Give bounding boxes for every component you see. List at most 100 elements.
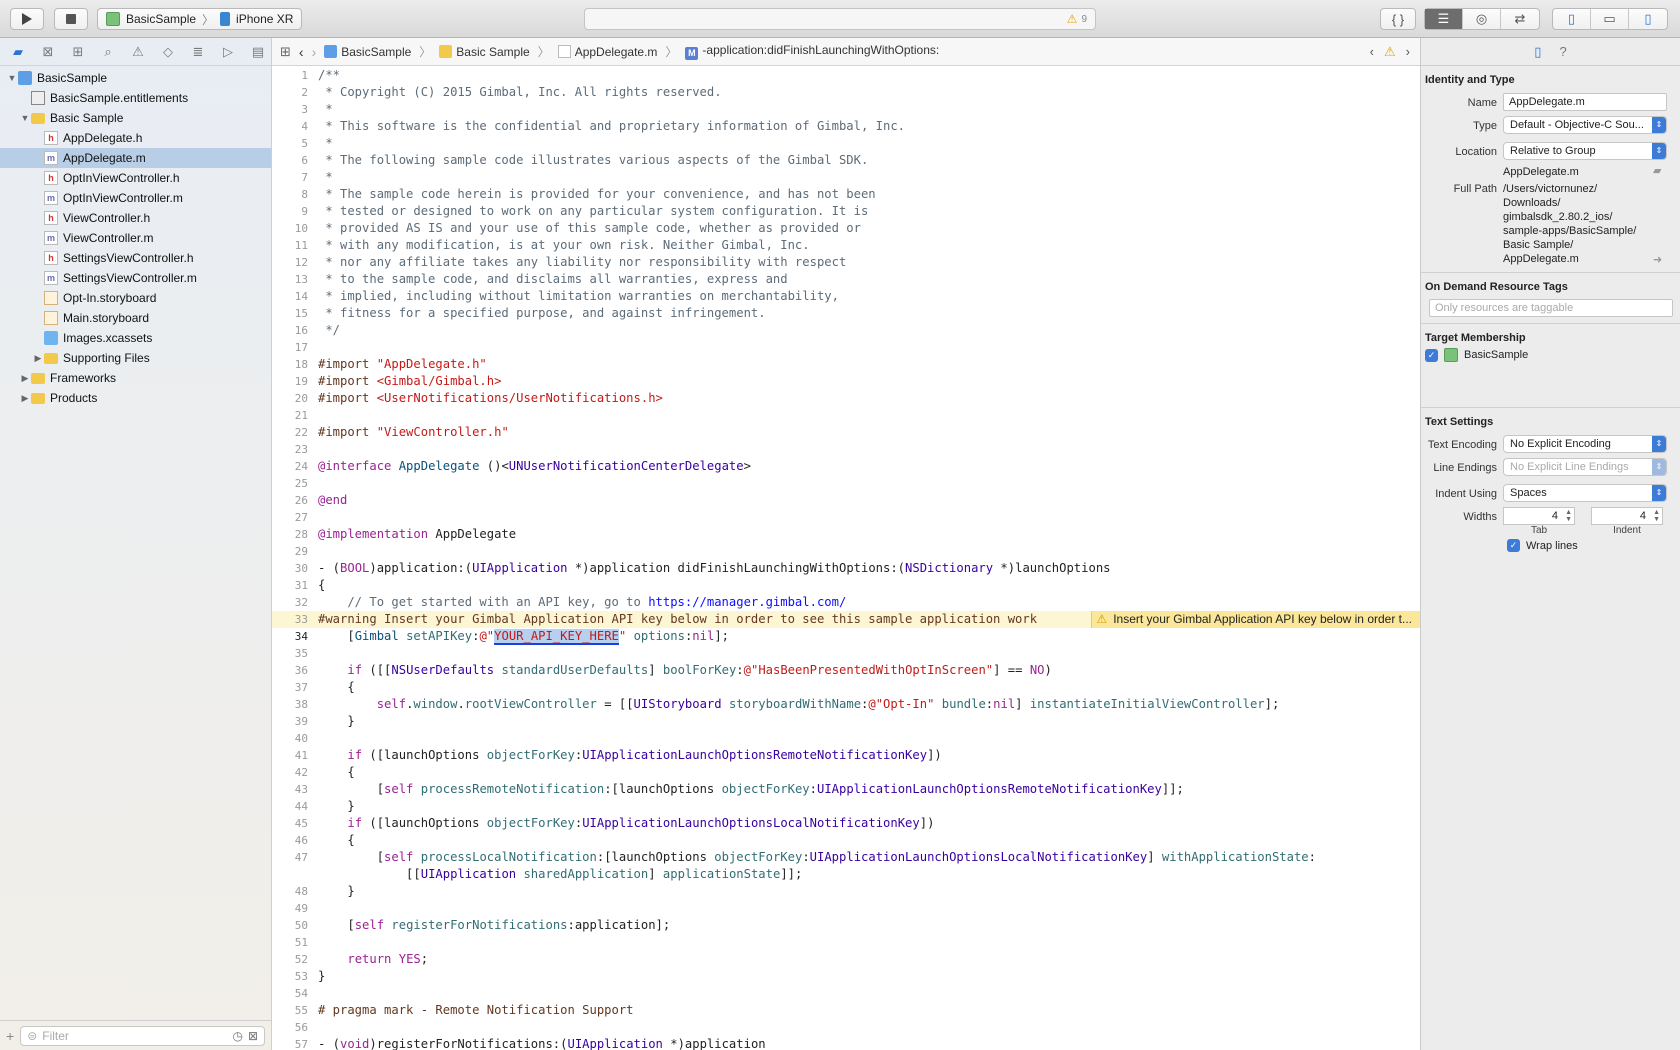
library-button[interactable]: { } (1380, 8, 1416, 30)
name-field[interactable]: AppDelegate.m (1503, 93, 1667, 111)
add-icon[interactable]: + (6, 1028, 14, 1044)
line-number[interactable]: 28 (272, 526, 316, 543)
code-line[interactable]: 53} (272, 968, 1420, 985)
line-number[interactable]: 9 (272, 203, 316, 220)
line-number[interactable]: 39 (272, 713, 316, 730)
run-button[interactable] (10, 8, 44, 30)
code-line[interactable]: 38 self.window.rootViewController = [[UI… (272, 696, 1420, 713)
line-number[interactable]: 29 (272, 543, 316, 560)
jumpbar-method[interactable]: M -application:didFinishLaunchingWithOpti… (685, 43, 939, 60)
report-icon[interactable]: ▤ (246, 42, 270, 62)
tree-item[interactable]: BasicSample.entitlements (0, 88, 271, 108)
line-number[interactable]: 12 (272, 254, 316, 271)
line-number[interactable]: 32 (272, 594, 316, 611)
code-line[interactable]: 1/** (272, 67, 1420, 84)
code-line[interactable]: 44 } (272, 798, 1420, 815)
scheme-selector[interactable]: BasicSample 〉 iPhone XR (97, 8, 303, 30)
line-number[interactable]: 20 (272, 390, 316, 407)
test-diamond-icon[interactable]: ◇ (156, 42, 180, 62)
code-line[interactable]: 40 (272, 730, 1420, 747)
line-number[interactable]: 38 (272, 696, 316, 713)
tree-item[interactable]: h AppDelegate.h (0, 128, 271, 148)
code-line[interactable]: 48 } (272, 883, 1420, 900)
code-line[interactable]: 7 * (272, 169, 1420, 186)
code-line[interactable]: 15 * fitness for a specified purpose, an… (272, 305, 1420, 322)
stop-button[interactable] (54, 8, 88, 30)
source-control-filter-icon[interactable]: ⊠ (248, 1029, 258, 1043)
line-number[interactable]: 4 (272, 118, 316, 135)
filter-input[interactable]: ⊜ Filter ◷ ⊠ (20, 1025, 265, 1046)
line-number[interactable]: 15 (272, 305, 316, 322)
line-number[interactable]: 25 (272, 475, 316, 492)
indent-using-popup[interactable]: Spaces ⇕ (1503, 484, 1667, 502)
line-number[interactable]: 31 (272, 577, 316, 594)
code-line[interactable]: 6 * The following sample code illustrate… (272, 152, 1420, 169)
line-number[interactable] (272, 866, 316, 883)
line-number[interactable]: 30 (272, 560, 316, 577)
code-line[interactable]: 23 (272, 441, 1420, 458)
code-line[interactable]: 36 if ([[NSUserDefaults standardUserDefa… (272, 662, 1420, 679)
code-line[interactable]: 9 * tested or designed to work on any pa… (272, 203, 1420, 220)
inline-warning-badge[interactable]: ⚠ Insert your Gimbal Application API key … (1091, 611, 1420, 628)
code-line[interactable]: 55 # pragma mark - Remote Notification Su… (272, 1002, 1420, 1019)
reveal-arrow-icon[interactable]: ➜ (1653, 253, 1662, 266)
line-number[interactable]: 43 (272, 781, 316, 798)
code-area[interactable]: 1/** 2 * Copyright (C) 2015 Gimbal, Inc. … (272, 67, 1420, 1050)
tree-item[interactable]: h OptInViewController.h (0, 168, 271, 188)
line-number[interactable]: 37 (272, 679, 316, 696)
text-encoding-popup[interactable]: No Explicit Encoding ⇕ (1503, 435, 1667, 453)
line-number[interactable]: 56 (272, 1019, 316, 1036)
target-checkbox[interactable]: ✓ (1425, 348, 1438, 362)
disclosure-closed-icon[interactable]: ▶ (19, 373, 31, 384)
stepper-arrows-icon[interactable]: ▲ ▼ (1653, 509, 1660, 523)
line-number[interactable]: 33 (272, 611, 316, 628)
breakpoint-icon[interactable]: ▷ (216, 42, 240, 62)
standard-editor-button[interactable]: ☰ (1425, 9, 1463, 29)
file-inspector-icon[interactable]: ▯ (1534, 44, 1541, 60)
code-line[interactable]: 30- (BOOL)application:(UIApplication *)a… (272, 560, 1420, 577)
line-number[interactable]: 57 (272, 1036, 316, 1050)
tree-item[interactable]: ▶ Supporting Files (0, 348, 271, 368)
disclosure-open-icon[interactable]: ▼ (19, 113, 31, 123)
code-line[interactable]: 19 #import <Gimbal/Gimbal.h> (272, 373, 1420, 390)
hierarchy-icon[interactable]: ⊞ (66, 42, 90, 62)
indent-width-stepper[interactable]: 4 ▲ ▼ (1591, 507, 1663, 525)
code-line[interactable]: 50 [self registerForNotifications:applic… (272, 917, 1420, 934)
source-control-icon[interactable]: ⊠ (36, 42, 60, 62)
line-number[interactable]: 6 (272, 152, 316, 169)
code-line[interactable]: 3 * (272, 101, 1420, 118)
line-number[interactable]: 46 (272, 832, 316, 849)
location-popup[interactable]: Relative to Group ⇕ (1503, 142, 1667, 160)
jumpbar-file[interactable]: AppDelegate.m (557, 44, 657, 59)
line-number[interactable]: 48 (272, 883, 316, 900)
line-number[interactable]: 8 (272, 186, 316, 203)
line-number[interactable]: 1 (272, 67, 316, 84)
code-line[interactable]: 29 (272, 543, 1420, 560)
line-number[interactable]: 35 (272, 645, 316, 662)
code-line[interactable]: 2 * Copyright (C) 2015 Gimbal, Inc. All … (272, 84, 1420, 101)
line-number[interactable]: 27 (272, 509, 316, 526)
code-line[interactable]: 31{ (272, 577, 1420, 594)
line-number[interactable]: 21 (272, 407, 316, 424)
jumpbar-group[interactable]: Basic Sample (439, 44, 530, 59)
line-number[interactable]: 2 (272, 84, 316, 101)
debug-icon[interactable]: ≣ (186, 42, 210, 62)
line-number[interactable]: 16 (272, 322, 316, 339)
line-number[interactable]: 34 (272, 628, 316, 645)
line-number[interactable]: 50 (272, 917, 316, 934)
code-line[interactable]: 34 [Gimbal setAPIKey:@"YOUR_API_KEY_HERE… (272, 628, 1420, 645)
code-line[interactable]: 20 #import <UserNotifications/UserNotific… (272, 390, 1420, 407)
tree-item[interactable]: h ViewController.h (0, 208, 271, 228)
line-number[interactable]: 52 (272, 951, 316, 968)
line-number[interactable]: 11 (272, 237, 316, 254)
code-line[interactable]: 25 (272, 475, 1420, 492)
line-number[interactable]: 5 (272, 135, 316, 152)
search-icon[interactable]: ⌕ (96, 42, 120, 62)
toggle-debug-area-button[interactable]: ▭ (1591, 9, 1629, 29)
code-line[interactable]: 28 @implementation AppDelegate (272, 526, 1420, 543)
code-line[interactable]: 47 [self processLocalNotification:[launc… (272, 849, 1420, 866)
line-number[interactable]: 53 (272, 968, 316, 985)
quick-help-icon[interactable]: ? (1559, 44, 1566, 59)
line-number[interactable]: 14 (272, 288, 316, 305)
type-popup[interactable]: Default - Objective-C Sou... ⇕ (1503, 116, 1667, 134)
